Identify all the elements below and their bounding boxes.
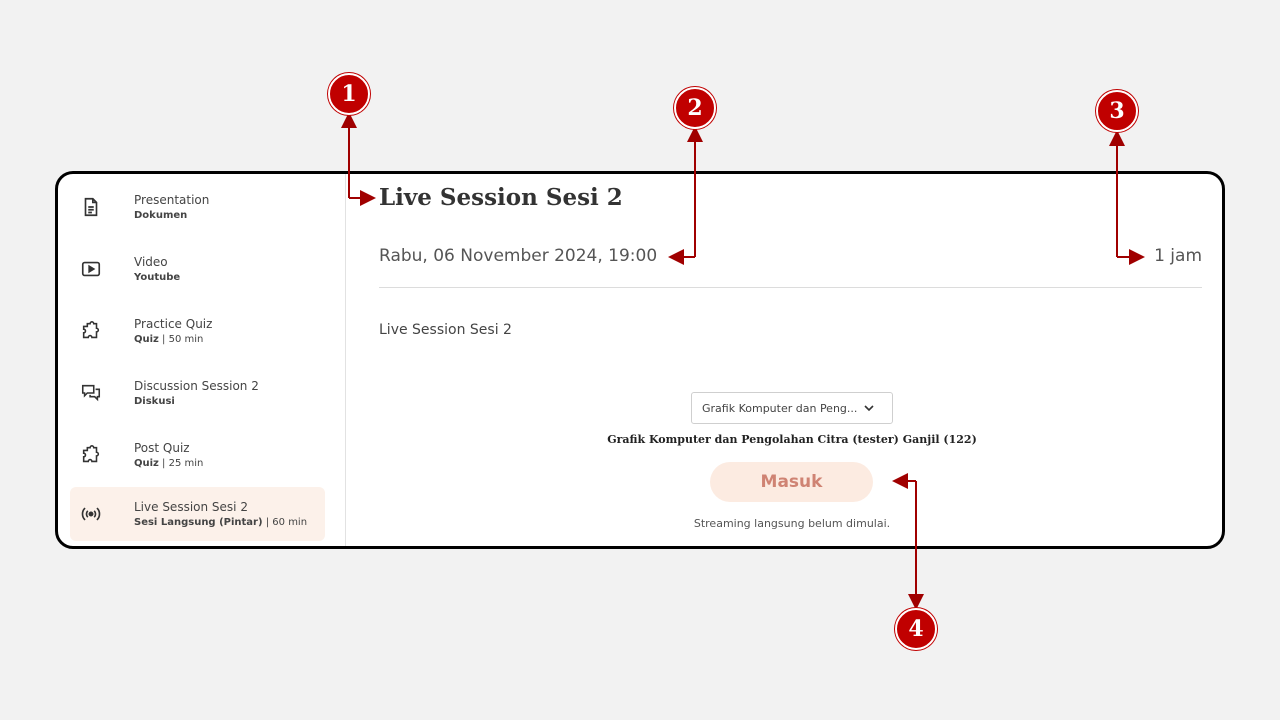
sidebar-item-title: Discussion Session 2 — [134, 378, 259, 393]
sidebar-item-meta: | 60 min — [262, 516, 308, 528]
sidebar-item-video[interactable]: Video Youtube — [70, 242, 325, 296]
broadcast-icon — [80, 502, 124, 526]
sidebar-item-type: Quiz — [134, 333, 159, 345]
chevron-down-icon — [864, 405, 874, 412]
stream-status: Streaming langsung belum dimulai. — [693, 517, 891, 530]
chat-bubbles-icon — [80, 381, 124, 405]
sidebar-item-type: Youtube — [134, 271, 181, 283]
annotation-badge-4: 4 — [895, 608, 937, 650]
sidebar-item-practice-quiz[interactable]: Practice Quiz Quiz | 50 min — [70, 304, 325, 358]
sidebar-item-live-session[interactable]: Live Session Sesi 2 Sesi Langsung (Pinta… — [70, 487, 325, 541]
class-select-value: Grafik Komputer dan Peng... — [702, 401, 858, 415]
join-button[interactable]: Masuk — [710, 462, 873, 502]
sidebar-item-type: Quiz — [134, 457, 159, 469]
document-icon — [80, 195, 124, 219]
sidebar-item-discussion[interactable]: Discussion Session 2 Diskusi — [70, 366, 325, 420]
class-select[interactable]: Grafik Komputer dan Peng... — [691, 392, 893, 424]
divider — [379, 287, 1202, 288]
sidebar-item-title: Video — [134, 254, 168, 269]
puzzle-icon — [80, 319, 124, 343]
session-description: Live Session Sesi 2 — [379, 322, 512, 338]
class-name: Grafik Komputer dan Pengolahan Citra (te… — [607, 433, 977, 446]
sidebar-item-meta: | 50 min — [158, 333, 204, 345]
sidebar-item-title: Post Quiz — [134, 440, 190, 455]
video-play-icon — [80, 257, 124, 281]
sidebar-item-type: Dokumen — [134, 209, 188, 221]
sidebar-item-presentation[interactable]: Presentation Dokumen — [70, 180, 325, 234]
annotation-badge-1: 1 — [328, 73, 370, 115]
sidebar-item-type: Sesi Langsung (Pintar) — [134, 516, 263, 528]
session-datetime: Rabu, 06 November 2024, 19:00 — [379, 246, 658, 266]
puzzle-icon — [80, 443, 124, 467]
sidebar-item-title: Live Session Sesi 2 — [134, 499, 248, 514]
sidebar-item-post-quiz[interactable]: Post Quiz Quiz | 25 min — [70, 428, 325, 482]
sidebar-item-type: Diskusi — [134, 395, 175, 407]
annotation-badge-3: 3 — [1096, 90, 1138, 132]
session-panel: Live Session Sesi 2 Rabu, 06 November 20… — [347, 174, 1222, 546]
sidebar: Presentation Dokumen Video Youtube Pract… — [58, 174, 346, 546]
sidebar-item-meta: | 25 min — [158, 457, 204, 469]
session-duration: 1 jam — [1154, 246, 1202, 266]
page-title: Live Session Sesi 2 — [379, 184, 623, 211]
sidebar-item-title: Presentation — [134, 192, 210, 207]
app-frame: Presentation Dokumen Video Youtube Pract… — [55, 171, 1225, 549]
sidebar-item-title: Practice Quiz — [134, 316, 213, 331]
annotation-badge-2: 2 — [674, 87, 716, 129]
